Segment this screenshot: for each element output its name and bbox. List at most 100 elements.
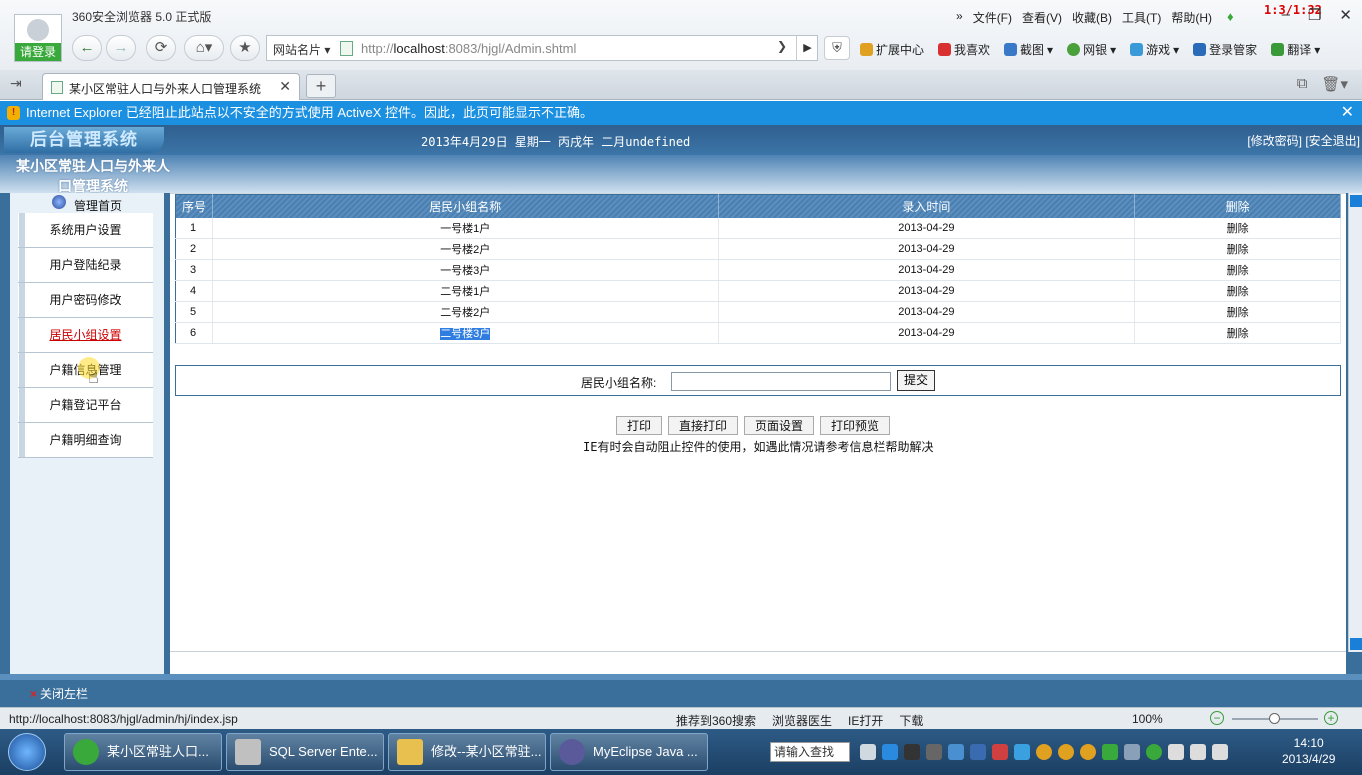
page-icon	[51, 81, 63, 94]
status-download[interactable]: 下载	[899, 712, 923, 729]
menu-favorites[interactable]: 收藏(B)	[1072, 9, 1112, 26]
skin-shirt-icon[interactable]: ♦	[1227, 9, 1234, 24]
delete-link[interactable]: 删除	[1134, 322, 1341, 344]
database-icon	[235, 739, 261, 765]
security-icon[interactable]	[1146, 744, 1162, 760]
taskbar-folder[interactable]: 修改--某小区常驻...	[388, 733, 546, 771]
bird-icon[interactable]	[904, 744, 920, 760]
menu-file[interactable]: 文件(F)	[973, 9, 1012, 26]
globe-icon[interactable]	[1014, 744, 1030, 760]
network-icon[interactable]	[1124, 744, 1140, 760]
plugin-extensions[interactable]: 扩展中心	[860, 41, 924, 58]
zoom-slider-knob[interactable]	[1269, 713, 1280, 724]
sidebar-item-detail-query[interactable]: 户籍明细查询	[18, 423, 153, 458]
qq-icon[interactable]	[1080, 744, 1096, 760]
row-no: 3	[175, 259, 213, 281]
new-tab-button[interactable]: +	[306, 74, 336, 98]
status-browser-doctor[interactable]: 浏览器医生	[772, 712, 832, 729]
security-shield-icon[interactable]: ⛨	[824, 36, 850, 60]
tray-app-icon[interactable]	[882, 744, 898, 760]
direct-print-button[interactable]: 直接打印	[668, 416, 739, 435]
plugin-games[interactable]: 游戏 ▾	[1130, 41, 1179, 58]
sidebar-toggle-icon[interactable]: ⇥	[10, 75, 22, 92]
volume-icon[interactable]	[1212, 744, 1228, 760]
delete-link[interactable]: 删除	[1134, 280, 1341, 302]
close-left-panel-link[interactable]: × 关闭左栏	[30, 685, 88, 702]
taskbar-search-input[interactable]: 请输入查找	[770, 742, 850, 762]
minimize-icon[interactable]: –	[1282, 6, 1290, 24]
cursor-icon[interactable]	[970, 744, 986, 760]
group-name-input[interactable]	[671, 372, 891, 391]
close-window-icon[interactable]: ✕	[1339, 6, 1352, 24]
menu-tools[interactable]: 工具(T)	[1122, 9, 1161, 26]
monitor-icon[interactable]	[1190, 744, 1206, 760]
forward-button[interactable]: →	[106, 35, 136, 61]
umbrella-icon[interactable]	[1102, 744, 1118, 760]
chevron-down-icon[interactable]: ❯	[777, 39, 787, 53]
plugin-login-manager[interactable]: 登录管家	[1193, 41, 1257, 58]
plugin-screenshot[interactable]: 截图 ▾	[1004, 41, 1053, 58]
sidebar-home[interactable]: 管理首页	[10, 193, 164, 213]
taskbar-browser[interactable]: 某小区常驻人口...	[64, 733, 222, 771]
sites-dropdown[interactable]: 网站名片 ▾	[273, 41, 330, 58]
refresh-button[interactable]: ⟳	[146, 35, 176, 61]
tab-active[interactable]: 某小区常驻人口与外来人口管理系统 ✕	[42, 73, 300, 100]
login-button[interactable]: 请登录	[15, 43, 61, 61]
trash-icon[interactable]: 🗑▾	[1321, 75, 1348, 93]
sidebar-item-group-settings[interactable]: 居民小组设置	[18, 318, 153, 353]
taskbar-myeclipse[interactable]: MyEclipse Java ...	[550, 733, 708, 771]
status-ie-open[interactable]: IE打开	[848, 712, 883, 729]
home-button[interactable]: ⌂▾	[184, 35, 224, 61]
user-avatar[interactable]: 请登录	[14, 14, 62, 62]
delete-link[interactable]: 删除	[1134, 259, 1341, 281]
tool-icon[interactable]	[992, 744, 1008, 760]
sidebar-item-password[interactable]: 用户密码修改	[18, 283, 153, 318]
start-button[interactable]	[8, 733, 46, 771]
keyboard-icon[interactable]	[860, 744, 876, 760]
sidebar-item-registration[interactable]: 户籍登记平台	[18, 388, 153, 423]
status-search-recommend[interactable]: 推荐到360搜索	[676, 712, 756, 729]
restore-tabs-icon[interactable]: ⧉	[1297, 75, 1308, 93]
print-button[interactable]: 打印	[616, 416, 663, 435]
close-info-bar-icon[interactable]: ✕	[1341, 101, 1354, 125]
zoom-slider[interactable]	[1232, 713, 1318, 724]
sidebar-item-login-records[interactable]: 用户登陆纪录	[18, 248, 153, 283]
delete-link[interactable]: 删除	[1134, 301, 1341, 323]
close-tab-icon[interactable]: ✕	[279, 78, 291, 95]
plugin-translate[interactable]: 翻译 ▾	[1271, 41, 1320, 58]
search-icon[interactable]	[948, 744, 964, 760]
content-scrollbar[interactable]	[1348, 193, 1362, 652]
taskbar-sql-server[interactable]: SQL Server Ente...	[226, 733, 384, 771]
delete-link[interactable]: 删除	[1134, 238, 1341, 260]
taskbar-clock[interactable]: 14:10 2013/4/29	[1282, 735, 1335, 767]
menu-more[interactable]: »	[956, 9, 963, 26]
qq-icon[interactable]	[1058, 744, 1074, 760]
back-button[interactable]: ←	[72, 35, 102, 61]
plugin-like[interactable]: 我喜欢	[938, 41, 990, 58]
scroll-up-icon[interactable]	[1350, 195, 1362, 207]
screenshot-icon	[1004, 43, 1018, 56]
restore-icon[interactable]: ❐	[1308, 6, 1321, 24]
activex-info-bar[interactable]: ! Internet Explorer 已经阻止此站点以不安全的方式使用 Act…	[0, 101, 1362, 125]
menu-help[interactable]: 帮助(H)	[1171, 9, 1212, 26]
zoom-level[interactable]: 100%	[1132, 712, 1163, 726]
sidebar-item-user-settings[interactable]: 系统用户设置	[18, 213, 153, 248]
favorite-button[interactable]: ★	[230, 35, 260, 61]
zoom-in-icon[interactable]: +	[1324, 711, 1338, 725]
address-bar[interactable]: 网站名片 ▾ http://localhost:8083/hjgl/Admin.…	[266, 35, 818, 61]
scroll-down-icon[interactable]	[1350, 638, 1362, 650]
submit-button[interactable]: 提交	[897, 370, 935, 391]
go-button[interactable]: ▶	[796, 36, 818, 60]
content-frame: 序号 居民小组名称 录入时间 删除 1 一号楼1户 2013-04-29 删除 …	[170, 193, 1346, 675]
page-setup-button[interactable]: 页面设置	[744, 416, 815, 435]
url-text[interactable]: http://localhost:8083/hjgl/Admin.shtml	[361, 41, 576, 56]
print-preview-button[interactable]: 打印预览	[820, 416, 891, 435]
delete-link[interactable]: 删除	[1134, 217, 1341, 239]
zoom-out-icon[interactable]: −	[1210, 711, 1224, 725]
camera-icon[interactable]	[926, 744, 942, 760]
menu-view[interactable]: 查看(V)	[1022, 9, 1062, 26]
plugin-bank[interactable]: 网银 ▾	[1067, 41, 1116, 58]
qq-icon[interactable]	[1036, 744, 1052, 760]
usb-icon[interactable]	[1168, 744, 1184, 760]
top-links[interactable]: [修改密码] [安全退出]	[1247, 132, 1360, 149]
